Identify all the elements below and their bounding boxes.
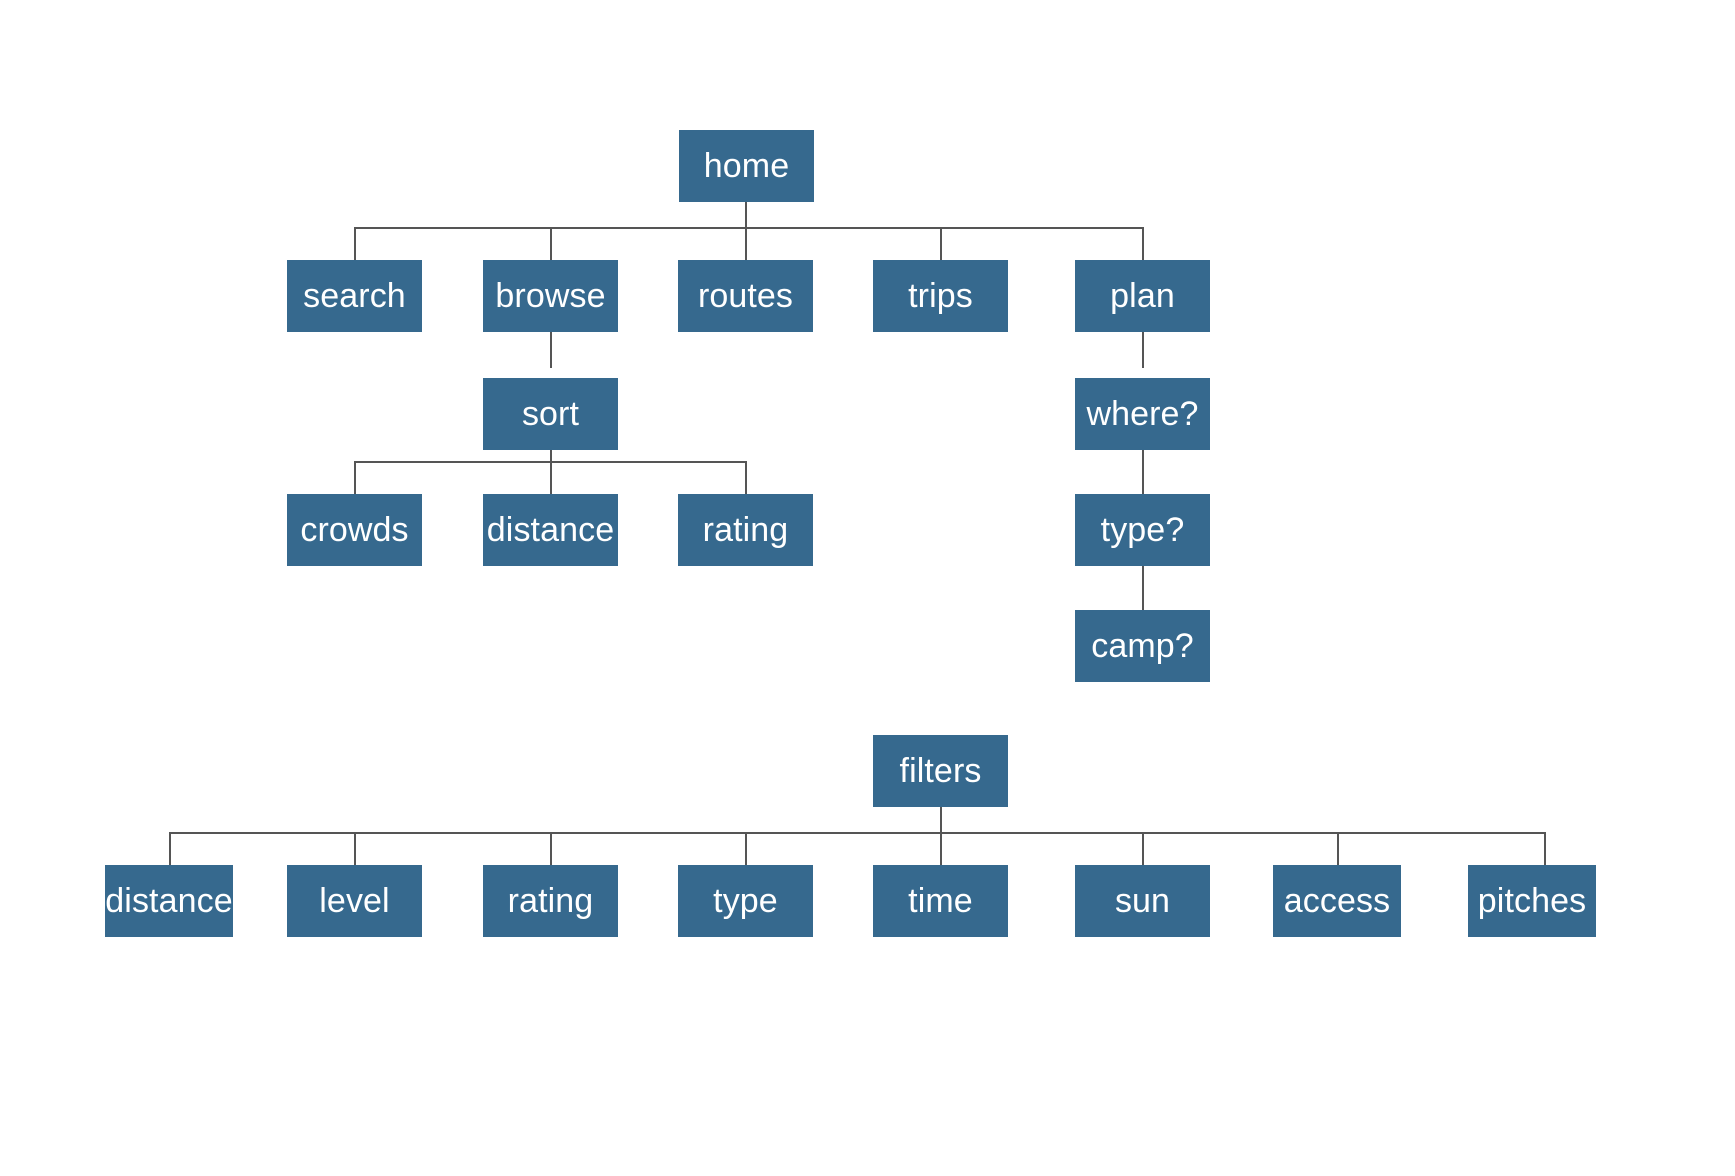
node-type-question[interactable]: type? <box>1075 494 1210 566</box>
node-filter-level[interactable]: level <box>287 865 422 937</box>
edge-filters-to-sun <box>1142 832 1144 865</box>
node-filters[interactable]: filters <box>873 735 1008 807</box>
node-filter-rating-label: rating <box>507 882 594 920</box>
edge-filters-stub <box>940 807 942 833</box>
node-sort-distance-label: distance <box>486 511 615 549</box>
node-browse-label: browse <box>495 277 606 315</box>
node-sort-crowds[interactable]: crowds <box>287 494 422 566</box>
node-filter-pitches[interactable]: pitches <box>1468 865 1596 937</box>
node-sort-rating-label: rating <box>702 511 789 549</box>
node-filter-distance[interactable]: distance <box>105 865 233 937</box>
node-filter-time-label: time <box>908 882 973 920</box>
node-filter-type-label: type <box>713 882 778 920</box>
node-filters-label: filters <box>899 752 982 790</box>
edge-home-to-plan <box>1142 227 1144 260</box>
edge-filters-to-rating <box>550 832 552 865</box>
edge-home-to-trips <box>940 227 942 260</box>
node-filter-pitches-label: pitches <box>1477 882 1587 920</box>
edge-home-to-routes <box>745 227 747 260</box>
node-home[interactable]: home <box>679 130 814 202</box>
node-sort-crowds-label: crowds <box>300 511 409 549</box>
node-where-label: where? <box>1086 395 1199 433</box>
edge-sort-to-crowds <box>354 461 356 494</box>
edge-type-to-camp <box>1142 566 1144 616</box>
edge-filters-to-time <box>940 832 942 865</box>
edge-where-to-type <box>1142 450 1144 494</box>
sitemap-diagram: home search browse routes trips plan sor… <box>0 0 1735 1176</box>
node-trips-label: trips <box>908 277 973 315</box>
edge-filters-to-access <box>1337 832 1339 865</box>
node-filter-sun-label: sun <box>1114 882 1171 920</box>
node-sort[interactable]: sort <box>483 378 618 450</box>
node-camp-label: camp? <box>1091 627 1194 665</box>
node-filter-rating[interactable]: rating <box>483 865 618 937</box>
node-routes-label: routes <box>697 277 794 315</box>
node-filter-level-label: level <box>319 882 390 920</box>
edge-browse-to-sort <box>550 332 552 368</box>
node-sort-label: sort <box>521 395 580 433</box>
node-search[interactable]: search <box>287 260 422 332</box>
node-filter-time[interactable]: time <box>873 865 1008 937</box>
node-browse[interactable]: browse <box>483 260 618 332</box>
node-plan[interactable]: plan <box>1075 260 1210 332</box>
node-search-label: search <box>303 277 406 315</box>
node-trips[interactable]: trips <box>873 260 1008 332</box>
edge-sort-to-distance <box>550 461 552 494</box>
edge-filters-to-distance <box>169 832 171 865</box>
edge-filters-to-pitches <box>1544 832 1546 865</box>
node-routes[interactable]: routes <box>678 260 813 332</box>
edge-filters-to-type <box>745 832 747 865</box>
node-type-question-label: type? <box>1100 511 1185 549</box>
edge-home-to-browse <box>550 227 552 260</box>
node-filter-sun[interactable]: sun <box>1075 865 1210 937</box>
node-filter-distance-label: distance <box>105 882 233 920</box>
node-sort-distance[interactable]: distance <box>483 494 618 566</box>
node-where[interactable]: where? <box>1075 378 1210 450</box>
edge-home-to-search <box>354 227 356 260</box>
edge-filters-to-level <box>354 832 356 865</box>
node-plan-label: plan <box>1110 277 1175 315</box>
node-filter-access-label: access <box>1283 882 1391 920</box>
edge-home-bus <box>354 227 1142 229</box>
node-filter-access[interactable]: access <box>1273 865 1401 937</box>
node-camp[interactable]: camp? <box>1075 610 1210 682</box>
edge-home-stub <box>745 202 747 228</box>
edge-sort-to-rating <box>745 461 747 494</box>
node-filter-type[interactable]: type <box>678 865 813 937</box>
edge-plan-to-where <box>1142 332 1144 368</box>
node-sort-rating[interactable]: rating <box>678 494 813 566</box>
node-home-label: home <box>703 147 790 185</box>
